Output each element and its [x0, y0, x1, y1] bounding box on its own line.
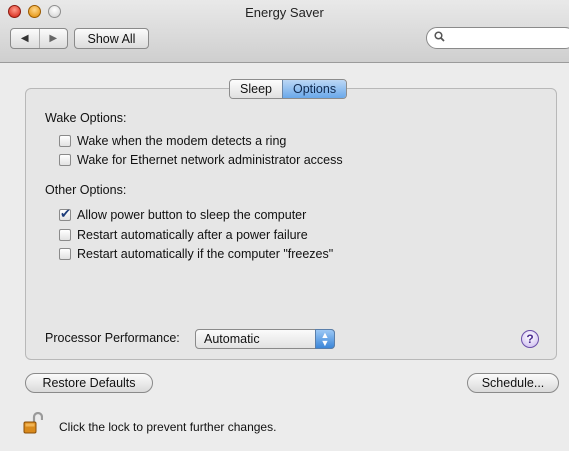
other-options-heading: Other Options:	[45, 183, 127, 197]
checkbox-box[interactable]	[59, 135, 71, 147]
back-forward-control: ◀ ▶	[10, 28, 68, 49]
processor-performance-label: Processor Performance:	[45, 331, 180, 345]
wake-modem-ring-checkbox[interactable]: Wake when the modem detects a ring	[59, 134, 286, 148]
restart-after-power-failure-checkbox[interactable]: Restart automatically after a power fail…	[59, 228, 308, 242]
checkbox-label: Restart automatically if the computer "f…	[77, 247, 334, 261]
checkbox-label: Allow power button to sleep the computer	[77, 208, 307, 222]
options-panel	[25, 88, 557, 360]
lock-message: Click the lock to prevent further change…	[59, 420, 277, 434]
window-title: Energy Saver	[245, 5, 324, 20]
checkbox-checked[interactable]	[59, 206, 71, 222]
help-icon[interactable]: ?	[521, 330, 539, 348]
wake-options-heading: Wake Options:	[45, 111, 127, 125]
checkbox-box[interactable]	[59, 248, 71, 260]
energy-saver-window: Energy Saver ◀ ▶ Show All Sleep Options …	[0, 0, 569, 451]
show-all-button[interactable]: Show All	[74, 28, 149, 49]
popup-arrows-icon: ▲ ▼	[315, 329, 335, 349]
tab-group: Sleep Options	[229, 79, 348, 99]
checkbox-label: Wake for Ethernet network administrator …	[77, 153, 343, 167]
wake-ethernet-checkbox[interactable]: Wake for Ethernet network administrator …	[59, 153, 343, 167]
restore-defaults-button[interactable]: Restore Defaults	[25, 373, 153, 393]
schedule-button[interactable]: Schedule...	[467, 373, 559, 393]
processor-performance-popup[interactable]: Automatic ▲ ▼	[195, 329, 335, 349]
allow-power-button-sleep-checkbox[interactable]: Allow power button to sleep the computer	[59, 206, 307, 222]
search-field[interactable]	[426, 27, 569, 49]
unlocked-padlock-icon[interactable]	[23, 411, 44, 434]
checkbox-box[interactable]	[59, 229, 71, 241]
back-arrow-icon[interactable]: ◀	[11, 29, 40, 48]
checkbox-label: Restart automatically after a power fail…	[77, 228, 308, 242]
tab-options[interactable]: Options	[281, 80, 347, 98]
forward-arrow-icon[interactable]: ▶	[40, 29, 68, 48]
checkbox-label: Wake when the modem detects a ring	[77, 134, 287, 148]
magnifier-icon	[434, 31, 445, 45]
checkbox-box[interactable]	[59, 154, 71, 166]
toolbar: Energy Saver ◀ ▶ Show All	[0, 0, 569, 63]
restart-if-freezes-checkbox[interactable]: Restart automatically if the computer "f…	[59, 247, 333, 261]
tab-sleep[interactable]: Sleep	[230, 80, 282, 98]
processor-performance-value: Automatic	[204, 332, 260, 346]
